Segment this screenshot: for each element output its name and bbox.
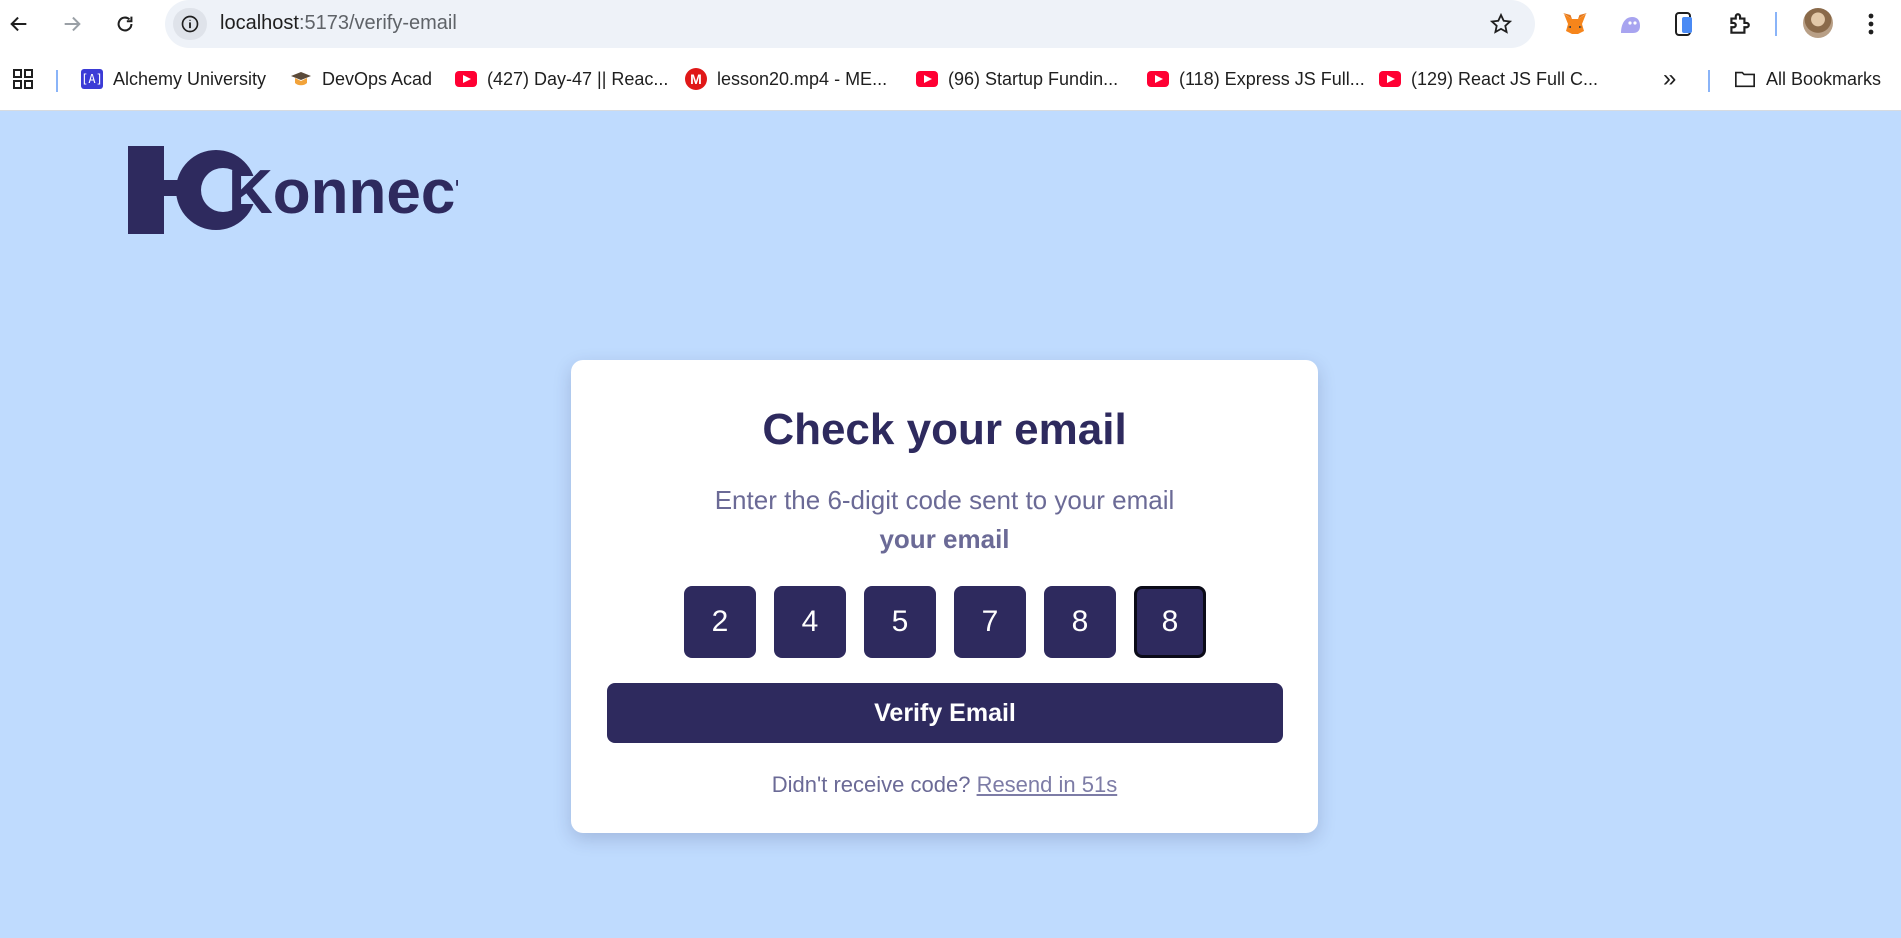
bookmark-star-icon[interactable] — [1487, 10, 1515, 38]
otp-digit-1[interactable] — [684, 586, 756, 658]
toolbar-divider — [1775, 12, 1777, 36]
resend-link[interactable]: Resend in 51s — [977, 772, 1118, 797]
ghost-extension-icon[interactable] — [1614, 8, 1646, 40]
bookmark-label: Alchemy University — [113, 68, 267, 89]
otp-digit-6[interactable] — [1134, 586, 1206, 658]
youtube-icon — [916, 70, 938, 88]
bookmarks-divider — [1708, 70, 1710, 92]
verify-email-card: Check your email Enter the 6-digit code … — [571, 360, 1318, 833]
site-info-icon[interactable] — [173, 8, 207, 40]
bookmark-devops-acad[interactable]: DevOps Acad — [290, 66, 432, 92]
youtube-icon — [1147, 70, 1169, 88]
url-path: :5173/verify-email — [298, 12, 457, 34]
mega-icon: M — [685, 68, 707, 90]
otp-digit-3[interactable] — [864, 586, 936, 658]
forward-button[interactable] — [55, 8, 89, 40]
bookmarks-divider — [56, 70, 58, 92]
bookmark-youtube-express[interactable]: (118) Express JS Full... — [1147, 66, 1365, 92]
reload-button[interactable] — [108, 8, 142, 40]
otp-digit-5[interactable] — [1044, 586, 1116, 658]
bookmark-label: (427) Day-47 || Reac... — [487, 68, 669, 89]
devops-icon — [290, 70, 312, 88]
verify-email-button[interactable]: Verify Email — [607, 683, 1283, 743]
forward-arrow-icon — [64, 16, 81, 32]
bookmark-youtube-startup[interactable]: (96) Startup Fundin... — [916, 66, 1118, 92]
apps-grid-icon[interactable] — [11, 66, 35, 92]
reload-icon — [117, 16, 133, 32]
profile-avatar[interactable] — [1803, 8, 1833, 38]
back-button[interactable] — [2, 8, 36, 40]
all-bookmarks-label: All Bookmarks — [1766, 68, 1882, 89]
url-text[interactable]: localhost:5173/verify-email — [220, 12, 457, 35]
bookmark-alchemy-university[interactable]: [A] Alchemy University — [81, 66, 266, 92]
folder-icon — [1734, 70, 1756, 88]
url-host: localhost — [220, 12, 299, 34]
otp-digit-4[interactable] — [954, 586, 1026, 658]
bookmark-label: (129) React JS Full C... — [1411, 68, 1599, 89]
kebab-menu-icon[interactable] — [1855, 8, 1887, 40]
extensions-puzzle-icon[interactable] — [1723, 8, 1755, 40]
bookmark-youtube-react[interactable]: (129) React JS Full C... — [1379, 66, 1598, 92]
konnect-logo: Konnect — [128, 146, 458, 234]
subtitle-email: your email — [879, 524, 1010, 554]
metamask-extension-icon[interactable] — [1559, 8, 1591, 40]
subtitle-text: Enter the 6-digit code sent to your emai… — [714, 485, 1175, 515]
bookmarks-bar: [A] Alchemy University DevOps Acad (427)… — [0, 58, 1901, 100]
resend-prompt: Didn't receive code? — [771, 772, 971, 797]
page-body: Konnect Check your email Enter the 6-dig… — [0, 111, 1901, 938]
all-bookmarks-folder[interactable]: All Bookmarks — [1734, 66, 1881, 92]
youtube-icon — [1379, 70, 1401, 88]
otp-digit-2[interactable] — [774, 586, 846, 658]
logo-text: Konnect — [228, 158, 458, 227]
bookmark-label: DevOps Acad — [322, 68, 433, 89]
bookmark-mega-lesson20[interactable]: M lesson20.mp4 - ME... — [685, 66, 887, 92]
bookmark-label: (118) Express JS Full... — [1179, 68, 1365, 89]
alchemy-icon: [A] — [81, 69, 103, 89]
back-arrow-icon — [10, 16, 27, 32]
browser-chrome: localhost:5173/verify-email [A] Alchemy … — [0, 0, 1901, 111]
address-bar[interactable]: localhost:5173/verify-email — [165, 0, 1535, 48]
device-extension-icon[interactable] — [1668, 8, 1700, 40]
page-title: Check your email — [762, 405, 1127, 454]
bookmark-label: (96) Startup Fundin... — [948, 68, 1119, 89]
bookmark-label: lesson20.mp4 - ME... — [717, 68, 888, 89]
browser-toolbar: localhost:5173/verify-email — [0, 0, 1901, 48]
bookmark-youtube-day47[interactable]: (427) Day-47 || Reac... — [455, 66, 668, 92]
youtube-icon — [455, 70, 477, 88]
more-bookmarks-chevron-icon[interactable]: » — [1663, 65, 1676, 92]
resend-row: Didn't receive code? Resend in 51s — [571, 772, 1318, 798]
